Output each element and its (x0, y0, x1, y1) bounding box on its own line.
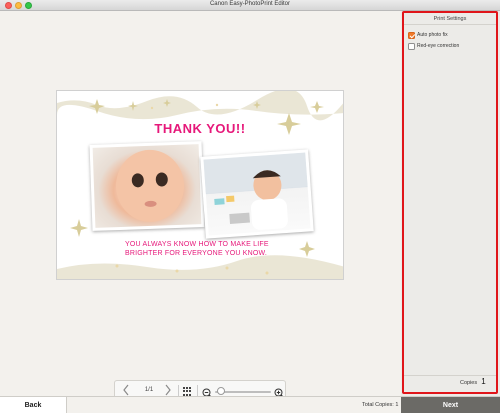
page-indicator: 1/1 (144, 387, 154, 393)
photo-frame-left[interactable] (89, 141, 205, 231)
copies-label: Copies (460, 380, 478, 386)
card-preview[interactable]: THANK YOU!! YOU ALWAYS KNOW HOW TO MAKE … (56, 90, 344, 280)
copies-input[interactable]: 1 (479, 377, 488, 388)
preview-canvas: THANK YOU!! YOU ALWAYS KNOW HOW TO MAKE … (0, 11, 401, 402)
option-auto-photo-fix[interactable]: Auto photo fix (408, 31, 448, 39)
title-bar: Canon Easy-PhotoPrint Editor (0, 0, 500, 11)
photo-frame-right[interactable] (200, 149, 314, 239)
baby-face-photo (115, 149, 185, 222)
print-settings-highlight: Print Settings Auto photo fix Red-eye co… (402, 11, 498, 394)
option-red-eye-correction[interactable]: Red-eye correction (408, 42, 459, 50)
baby-playing-photo (203, 152, 308, 230)
card-message-line-2: BRIGHTER FOR EVERYONE YOU KNOW. (125, 250, 268, 257)
zoom-slider[interactable] (215, 387, 271, 395)
photo-right (203, 152, 311, 236)
card-message-line-1: YOU ALWAYS KNOW HOW TO MAKE LIFE (125, 241, 269, 248)
print-settings-panel: Print Settings Auto photo fix Red-eye co… (401, 11, 500, 396)
option-label: Red-eye correction (417, 43, 460, 49)
photo-left (92, 144, 202, 228)
total-copies: Total Copies: 1 (362, 402, 399, 408)
grid-icon[interactable] (183, 387, 192, 396)
card-title: THANK YOU!! (154, 121, 246, 136)
next-button[interactable]: Next (401, 397, 500, 413)
auto-photo-fix-checkbox[interactable] (408, 31, 415, 39)
panel-header: Print Settings (404, 13, 496, 25)
copies-row: Copies 1 (404, 375, 496, 389)
red-eye-correction-checkbox[interactable] (408, 42, 415, 50)
window-title: Canon Easy-PhotoPrint Editor (209, 1, 291, 7)
option-label: Auto photo fix (417, 32, 448, 38)
footer-bar: Back Total Copies: 1 Next (0, 396, 500, 413)
back-button[interactable]: Back (0, 397, 67, 413)
zoom-slider-thumb[interactable] (217, 387, 226, 395)
card-message: YOU ALWAYS KNOW HOW TO MAKE LIFE BRIGHTE… (125, 240, 269, 258)
